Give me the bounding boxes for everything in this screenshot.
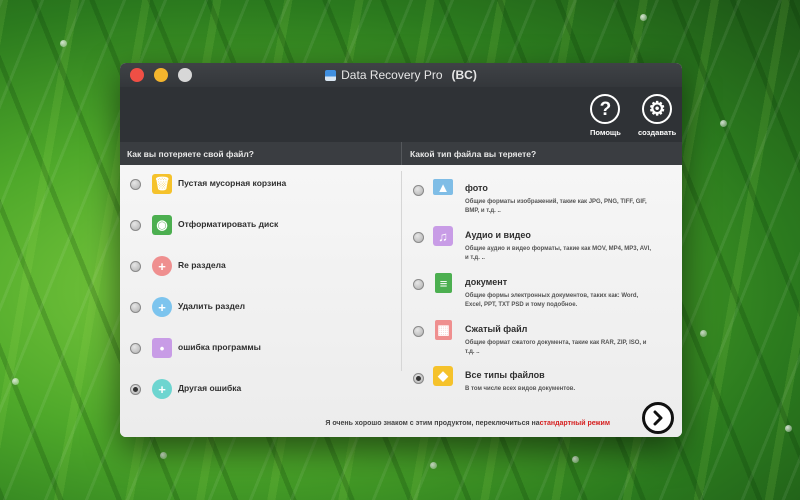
water-drop (720, 120, 727, 127)
archive-icon: ▦ (435, 320, 452, 340)
help-label: Помощь (590, 128, 621, 137)
filetype-title: Все типы файлов (465, 370, 545, 380)
next-button[interactable] (642, 402, 674, 434)
column-divider (401, 171, 402, 371)
filetype-desc: Общие формы электронных документов, таки… (465, 293, 639, 308)
loss-radio[interactable] (130, 261, 141, 272)
loss-radio[interactable] (130, 179, 141, 190)
help-button[interactable]: ? Помощь (590, 94, 621, 137)
file-type-heading: Какой тип файла вы теряете? (401, 142, 682, 165)
delete-partition-icon: + (152, 297, 172, 317)
column-headers: Как вы потеряете свой файл? Какой тип фа… (120, 142, 682, 165)
filetype-title: Аудио и видео (465, 230, 531, 240)
partition-icon: + (152, 256, 172, 276)
window-title: Data Recovery Pro (BC) (120, 63, 682, 87)
loss-radio-selected[interactable] (130, 384, 141, 395)
help-icon: ? (590, 94, 621, 124)
content-area: 🗑 Пустая мусорная корзина ◉ Отформатиров… (120, 165, 682, 437)
program-error-icon: • (152, 338, 172, 358)
loss-option-label: Другая ошибка (178, 383, 242, 393)
loss-option-label: Отформатировать диск (178, 219, 279, 229)
trash-icon: 🗑 (152, 174, 172, 194)
water-drop (160, 452, 167, 459)
water-drop (572, 456, 579, 463)
filetype-title: документ (465, 277, 508, 287)
filetype-radio-selected[interactable] (413, 373, 424, 384)
filetype-title: Сжатый файл (465, 324, 528, 334)
media-icon: ♫ (433, 226, 453, 246)
app-disk-icon (325, 69, 337, 81)
settings-button[interactable]: ⚙ создавать (638, 94, 676, 137)
loss-option-label: ошибка программы (178, 342, 261, 352)
settings-label: создавать (638, 128, 677, 137)
filetype-desc: Общие аудио и видео форматы, такие как M… (465, 246, 651, 261)
filetype-radio[interactable] (413, 185, 424, 196)
mode-switch-hint: Я очень хорошо знаком с этим продуктом, … (325, 420, 610, 427)
plus-icon: + (152, 379, 172, 399)
filetype-desc: В том числе всех видов документов. (465, 386, 576, 392)
toolbar: ? Помощь ⚙ создавать (120, 87, 682, 142)
box-icon: ◆ (433, 366, 453, 386)
loss-option-label: Пустая мусорная корзина (178, 178, 287, 188)
window-title-text: Data Recovery Pro (341, 68, 443, 82)
photo-icon: ▲ (433, 179, 453, 195)
loss-radio[interactable] (130, 302, 141, 313)
water-drop (12, 378, 19, 385)
filetype-title: фото (465, 183, 488, 193)
loss-option-label: Re раздела (178, 260, 226, 270)
filetype-desc: Общие формат сжатого документа, такие ка… (465, 340, 647, 355)
loss-radio[interactable] (130, 220, 141, 231)
filetype-radio[interactable] (413, 232, 424, 243)
water-drop (60, 40, 67, 47)
title-bar: Data Recovery Pro (BC) (120, 63, 682, 87)
window-title-edition: (BC) (451, 68, 477, 82)
water-drop (785, 425, 792, 432)
loss-radio[interactable] (130, 343, 141, 354)
loss-option-label: Удалить раздел (178, 301, 246, 311)
filetype-radio[interactable] (413, 326, 424, 337)
disk-format-icon: ◉ (152, 215, 172, 235)
standard-mode-link[interactable]: стандартный режим (540, 420, 610, 427)
water-drop (700, 330, 707, 337)
document-icon: ≡ (435, 273, 452, 293)
filetype-radio[interactable] (413, 279, 424, 290)
water-drop (640, 14, 647, 21)
loss-reason-heading: Как вы потеряете свой файл? (127, 148, 254, 159)
mode-switch-text: Я очень хорошо знаком с этим продуктом, … (325, 420, 540, 427)
water-drop (430, 462, 437, 469)
gears-icon: ⚙ (642, 94, 673, 124)
filetype-desc: Общие форматы изображений, такие как JPG… (465, 199, 647, 214)
chevron-right-icon (653, 410, 663, 426)
app-window: Data Recovery Pro (BC) ? Помощь ⚙ создав… (120, 63, 682, 437)
